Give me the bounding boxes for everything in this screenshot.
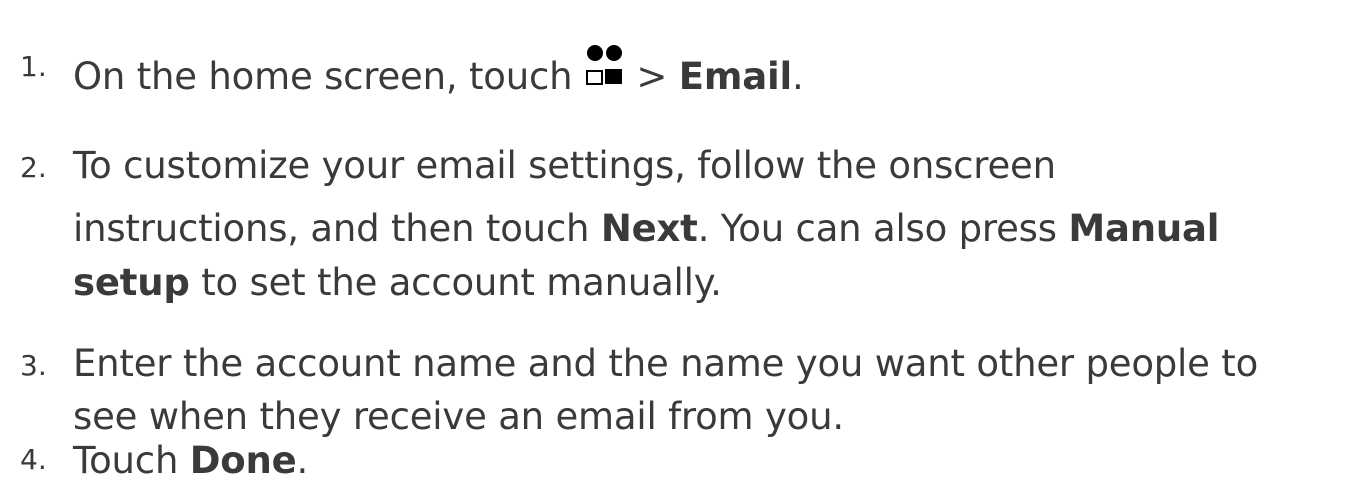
step-3-line-2: see when they receive an email from you. xyxy=(73,395,844,438)
step-1-text-pre: On the home screen, touch xyxy=(73,55,573,98)
step-2-setup-label: setup xyxy=(73,261,190,304)
step-4-number: 4. xyxy=(20,443,47,476)
step-3-number: 3. xyxy=(20,349,47,382)
step-2-next-label: Next xyxy=(600,207,698,250)
step-1-email-label: Email xyxy=(678,55,792,98)
step-2-line-2: instructions, and then touch Next. You c… xyxy=(73,210,1219,247)
step-2-line-3: setup to set the account manually. xyxy=(73,264,722,301)
step-2-number: 2. xyxy=(20,151,47,184)
step-1-arrow: > xyxy=(636,55,668,98)
step-2-text-post: to set the account manually. xyxy=(189,261,722,304)
step-2-line-1: To customize your email settings, follow… xyxy=(73,144,1056,187)
step-4-text-post: . xyxy=(296,439,309,482)
step-1-number: 1. xyxy=(20,50,47,83)
step-4-text-pre: Touch xyxy=(73,439,190,482)
step-2-text-pre: instructions, and then touch xyxy=(73,207,601,250)
step-1-line-1: On the home screen, touch > Email. xyxy=(73,45,804,95)
step-4-line-1: Touch Done. xyxy=(73,442,308,479)
step-4-done-label: Done xyxy=(189,439,297,482)
apps-grid-icon xyxy=(582,45,623,95)
step-2-manual-label: Manual xyxy=(1068,207,1220,250)
step-1-text-post: . xyxy=(791,55,804,98)
instructions-document: 1. On the home screen, touch > Email. 2. … xyxy=(0,0,1366,481)
step-3-line-1: Enter the account name and the name you … xyxy=(73,342,1259,385)
step-2-text-mid: . You can also press xyxy=(697,207,1069,250)
